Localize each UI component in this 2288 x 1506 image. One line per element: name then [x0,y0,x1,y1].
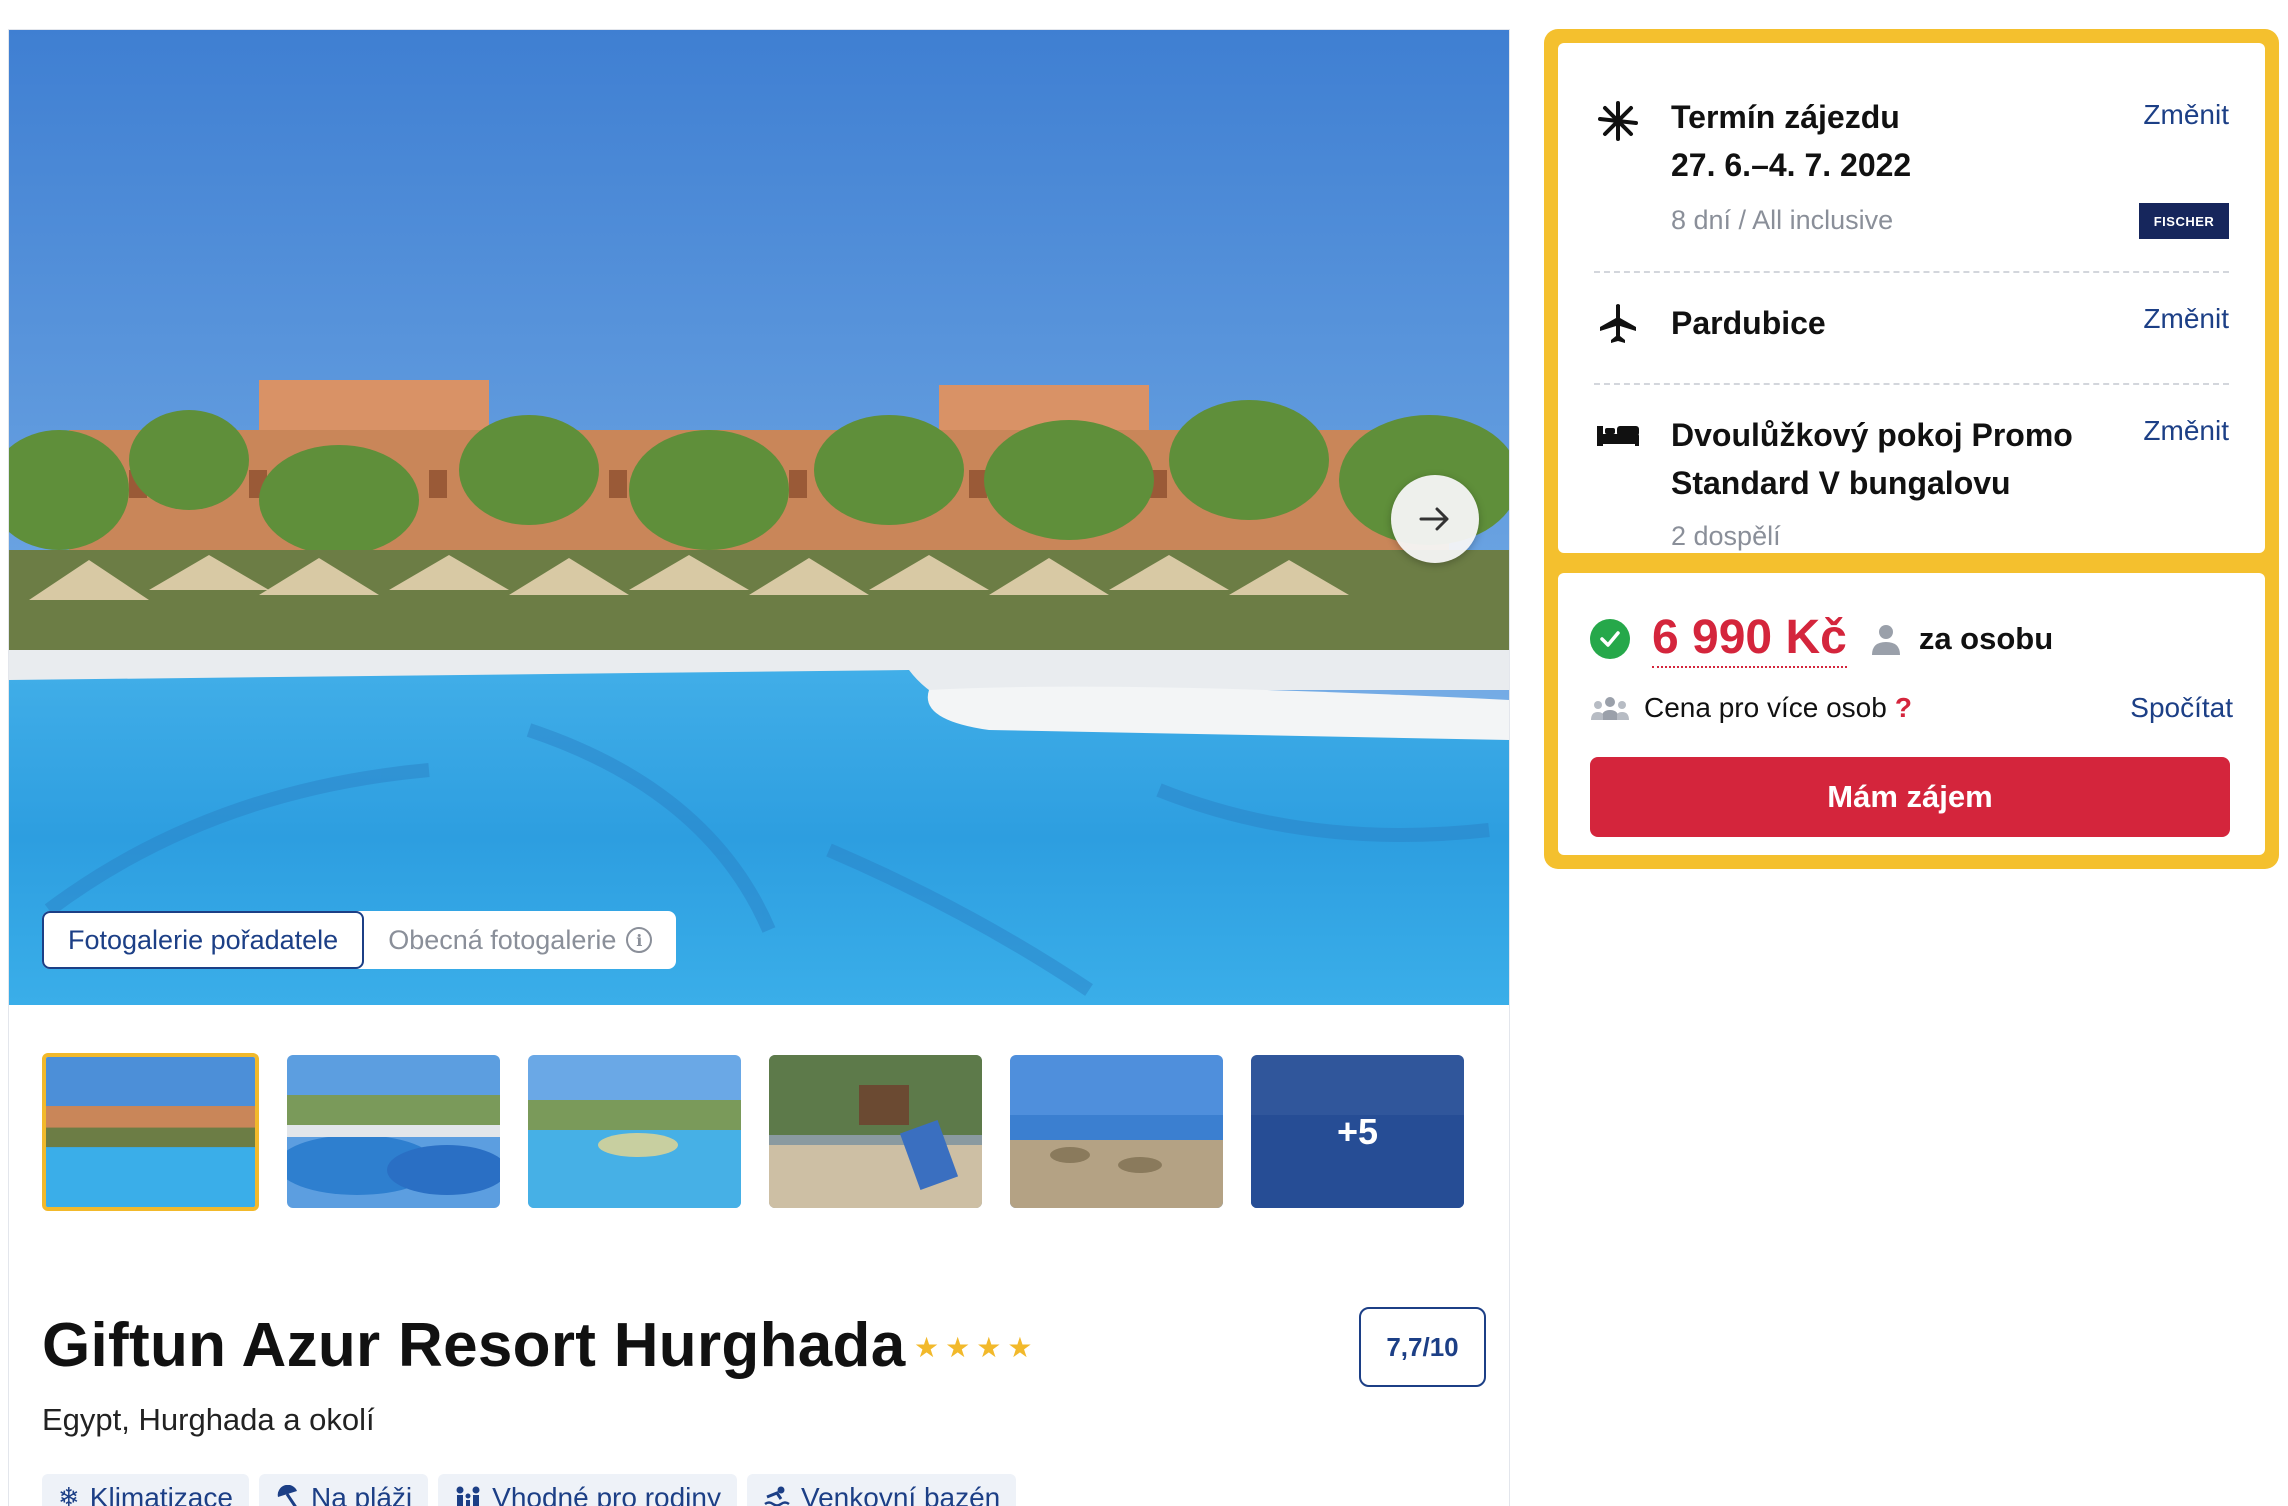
room-type-line1: Dvoulůžkový pokoj Promo [1671,417,2073,453]
amenity-label: Klimatizace [89,1482,233,1506]
person-icon [1869,622,1903,656]
departure-row: Pardubice Změnit [1558,299,2265,349]
thumbnail-2-image [287,1055,500,1208]
booking-details: Termín zájezdu 27. 6.–4. 7. 2022 8 dní /… [1558,43,2265,553]
thumbnail-1[interactable] [42,1053,259,1211]
room-row: Dvoulůžkový pokoj Promo Standard V bunga… [1558,411,2265,551]
amenity-air-conditioning: ❄ Klimatizace [42,1474,249,1506]
info-icon[interactable]: i [626,927,653,953]
snowflake-icon: ❄ [58,1483,80,1506]
hero-image [9,30,1509,1005]
hotel-name: Giftun Azur Resort Hurghada [42,1311,906,1380]
price-box: 6 990 Kč za osobu Cena pro více osob ? S… [1558,573,2265,855]
amenity-outdoor-pool: Venkovní bazén [746,1474,1017,1506]
star-icon: ★ [976,1332,1002,1363]
family-icon [456,1486,480,1506]
price-amount[interactable]: 6 990 Kč [1652,610,1847,668]
thumbnail-strip: +5 [42,1053,1464,1215]
bed-icon [1594,411,1642,459]
interest-button[interactable]: Mám zájem [1590,757,2230,837]
star-icon: ★ [914,1332,940,1363]
pool-icon [764,1486,790,1506]
hotel-stars: ★ ★ ★ ★ [914,1334,1032,1362]
thumbnail-4[interactable] [769,1055,982,1208]
help-question-icon[interactable]: ? [1895,692,1912,724]
thumbnail-2[interactable] [287,1055,500,1208]
thumbnail-1-image [46,1057,255,1207]
amenity-label: Na pláži [310,1482,413,1506]
hotel-card: Fotogalerie pořadatele Obecná fotogaleri… [8,29,1510,1506]
thumbnail-5-image [1010,1055,1223,1208]
tab-general-gallery-label: Obecná fotogalerie [388,924,617,955]
amenity-label: Vhodné pro rodiny [492,1482,721,1506]
price-row: 6 990 Kč za osobu [1590,609,2053,669]
room-guests: 2 dospělí [1671,521,1781,551]
amenity-badges: ❄ Klimatizace Na pláži Vhodné pro rodiny [42,1474,1017,1506]
divider [1594,383,2229,385]
divider [1594,271,2229,273]
star-icon: ★ [945,1332,971,1363]
next-photo-button[interactable] [1391,475,1479,563]
thumbnail-4-image [769,1055,982,1208]
departure-city: Pardubice [1671,305,1826,341]
more-people-label: Cena pro více osob [1644,692,1887,723]
change-term-link[interactable]: Změnit [2143,99,2229,131]
term-detail: 8 dní / All inclusive [1671,205,1894,235]
thumbnail-5[interactable] [1010,1055,1223,1208]
amenity-family: Vhodné pro rodiny [438,1474,737,1506]
star-icon: ★ [1007,1332,1033,1363]
more-photos-count: +5 [1251,1055,1464,1208]
calculate-link[interactable]: Spočítat [2130,692,2233,724]
term-title: Termín zájezdu [1671,99,1900,135]
gallery-tabs: Fotogalerie pořadatele Obecná fotogaleri… [42,911,677,969]
group-icon [1590,694,1630,722]
provider-logo: FISCHER [2139,203,2229,239]
booking-panel: Termín zájezdu 27. 6.–4. 7. 2022 8 dní /… [1544,29,2279,869]
price-per-person: za osobu [1918,621,2054,656]
term-dates: 27. 6.–4. 7. 2022 [1671,147,1912,183]
thumbnail-3-image [528,1055,741,1208]
tab-organizer-gallery[interactable]: Fotogalerie pořadatele [42,911,365,969]
hotel-location: Egypt, Hurghada a okolí [42,1402,375,1437]
amenity-beach: Na pláži [258,1474,429,1506]
change-departure-link[interactable]: Změnit [2143,303,2229,335]
arrow-right-icon [1419,507,1449,531]
tab-general-gallery[interactable]: Obecná fotogalerie i [364,911,676,969]
check-icon [1590,619,1630,659]
thumbnail-6[interactable]: +5 [1251,1055,1464,1208]
room-type-line2: Standard V bungalovu [1671,465,2011,501]
rating-badge[interactable]: 7,7/10 [1359,1307,1486,1387]
change-room-link[interactable]: Změnit [2143,415,2229,447]
amenity-label: Venkovní bazén [800,1482,1001,1506]
airplane-icon [1594,299,1642,347]
beach-umbrella-icon [277,1485,297,1506]
more-people-row: Cena pro více osob ? Spočítat [1590,686,2233,730]
sun-icon [1594,97,1642,145]
thumbnail-3[interactable] [528,1055,741,1208]
tab-organizer-gallery-label: Fotogalerie pořadatele [68,924,339,955]
hero-photo[interactable]: Fotogalerie pořadatele Obecná fotogaleri… [9,30,1509,1005]
